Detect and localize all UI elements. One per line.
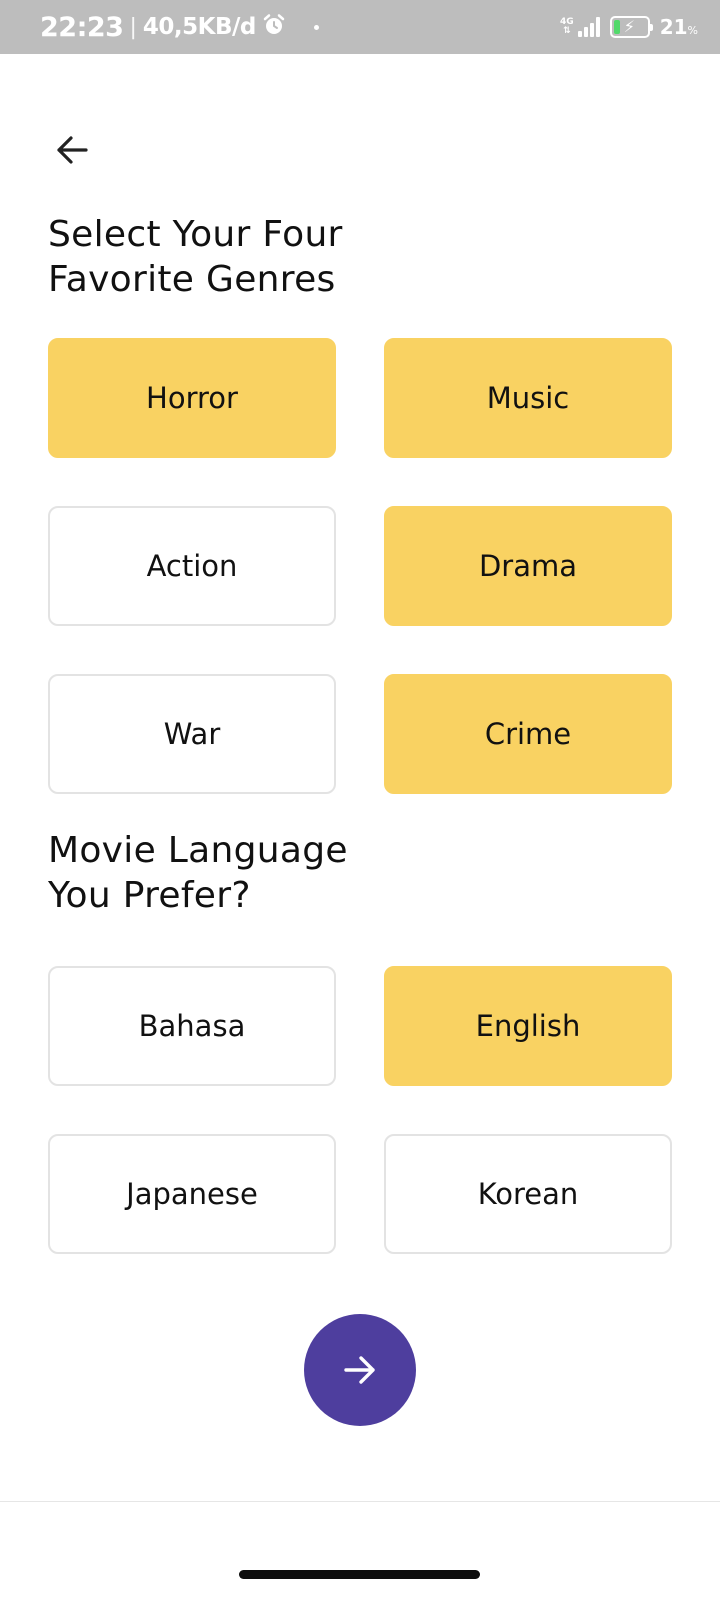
signal-icon	[577, 17, 600, 37]
charging-bolt-icon: ⚡	[623, 17, 635, 36]
battery-charging-icon: ⚡	[609, 16, 653, 38]
genre-option-label: Action	[146, 549, 238, 583]
language-option-japanese[interactable]: Japanese	[48, 1134, 336, 1254]
language-option-korean[interactable]: Korean	[384, 1134, 672, 1254]
language-option-label: Korean	[477, 1177, 579, 1211]
genre-option-label: Drama	[478, 549, 578, 583]
home-indicator[interactable]	[239, 1570, 480, 1579]
genre-option-label: Horror	[146, 381, 238, 415]
genre-option-action[interactable]: Action	[48, 506, 336, 626]
notification-dot	[313, 24, 319, 30]
genre-option-war[interactable]: War	[48, 674, 336, 794]
genre-option-music[interactable]: Music	[384, 338, 672, 458]
genre-option-crime[interactable]: Crime	[384, 674, 672, 794]
status-left: 22:23 | 40,5KB/d	[40, 12, 319, 43]
genres-title: Select Your Four Favorite Genres	[48, 212, 448, 302]
language-option-label: English	[475, 1009, 581, 1043]
arrow-left-icon	[57, 136, 88, 164]
alarm-icon	[262, 13, 286, 41]
status-right: 4G ⇅ ⚡ 21%	[560, 15, 698, 39]
network-speed: 40,5KB/d	[142, 14, 256, 40]
back-button[interactable]	[48, 126, 96, 174]
genre-option-drama[interactable]: Drama	[384, 506, 672, 626]
status-time: 22:23	[40, 11, 124, 43]
language-option-label: Bahasa	[138, 1009, 246, 1043]
status-separator: |	[129, 14, 137, 40]
genre-option-label: Crime	[484, 717, 572, 751]
battery-percent-unit: %	[687, 24, 698, 37]
language-title-line2: You Prefer?	[48, 875, 251, 916]
battery-percent-value: 21	[659, 15, 688, 39]
arrow-right-icon	[344, 1356, 375, 1384]
network-type-icon: 4G ⇅	[560, 17, 574, 36]
bottom-divider	[0, 1501, 720, 1502]
genre-option-label: Music	[486, 381, 570, 415]
status-bar: 22:23 | 40,5KB/d 4G ⇅ ⚡ 21%	[0, 0, 720, 54]
battery-level	[613, 20, 621, 34]
genres-title-line1: Select Your Four	[48, 214, 343, 255]
genre-option-label: War	[163, 717, 221, 751]
genre-option-horror[interactable]: Horror	[48, 338, 336, 458]
next-button[interactable]	[304, 1314, 416, 1426]
language-option-label: Japanese	[126, 1177, 258, 1211]
language-title-line1: Movie Language	[48, 830, 348, 871]
language-option-bahasa[interactable]: Bahasa	[48, 966, 336, 1086]
language-option-english[interactable]: English	[384, 966, 672, 1086]
battery-percent: 21%	[660, 15, 698, 39]
genres-title-line2: Favorite Genres	[48, 259, 336, 300]
language-title: Movie Language You Prefer?	[48, 828, 448, 918]
